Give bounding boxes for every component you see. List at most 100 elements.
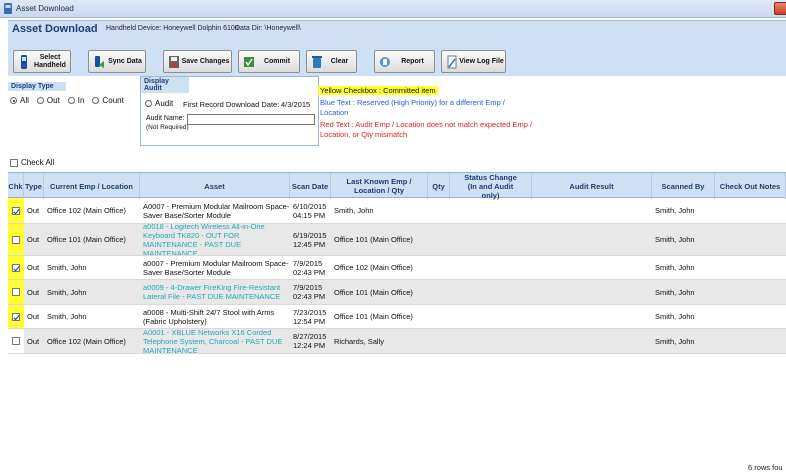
table-row[interactable]: Out Office 102 (Main Office) A0007 - Premi… <box>8 198 786 224</box>
cell-scanned-by: Smith, John <box>655 287 695 297</box>
cell-type: Out <box>27 336 40 346</box>
row-checkbox[interactable] <box>12 288 20 296</box>
cell-audit-result <box>532 256 652 279</box>
row-checkbox[interactable] <box>12 235 20 244</box>
table-row[interactable]: Out Office 101 (Main Office) a0018 - Logit… <box>8 224 786 256</box>
cell-current-emp-location: Smith, John <box>47 312 87 321</box>
grid-header: Chk Type Current Emp / Location Asset Sc… <box>8 172 786 200</box>
radio-count[interactable]: Count <box>92 96 124 105</box>
save-icon <box>169 55 179 68</box>
save-changes-button[interactable]: Save Changes <box>163 50 232 73</box>
cell-status-change <box>450 198 532 223</box>
cell-chk <box>8 224 24 255</box>
cell-qty <box>428 329 450 353</box>
log-file-icon <box>447 55 457 68</box>
view-log-file-button[interactable]: View Log File <box>441 50 506 73</box>
cell-status-change <box>450 329 532 353</box>
cell-check-out-notes <box>715 280 786 304</box>
cell-audit-result <box>532 224 652 255</box>
sync-data-button[interactable]: Sync Data <box>88 50 146 73</box>
audit-name-label: Audit Name: <box>146 115 185 122</box>
table-row[interactable]: Out Smith, John a0009 - 4-Drawer FireKing … <box>8 280 786 305</box>
first-record-label: First Record Download Date: <box>183 100 280 109</box>
clear-button[interactable]: Clear <box>306 50 357 73</box>
radio-all[interactable]: All <box>10 96 29 105</box>
col-asset[interactable]: Asset <box>140 173 290 199</box>
row-checkbox[interactable] <box>12 263 20 272</box>
cell-current-emp-location: Smith, John <box>47 263 87 272</box>
commit-button[interactable]: Commit <box>238 50 300 73</box>
cell-audit-result <box>532 305 652 328</box>
cell-scan-date: 7/23/2015 12:54 PM <box>293 307 327 326</box>
col-current-emp-location[interactable]: Current Emp / Location <box>44 173 140 199</box>
radio-out-indicator <box>36 97 44 104</box>
page-header: Asset Download Handheld Device: Honeywel… <box>8 20 786 48</box>
cell-asset: a0009 - 4-Drawer FireKing Fire-Resistant… <box>143 283 281 301</box>
legend-blue: Blue Text : Reserved (High Priority) for… <box>320 98 505 117</box>
radio-count-indicator <box>92 97 100 104</box>
cell-scan-date: 6/10/2015 04:15 PM <box>293 201 327 220</box>
col-chk[interactable]: Chk <box>8 173 24 199</box>
cell-asset: a0018 - Logitech Wireless All-in-One Key… <box>143 224 265 255</box>
cell-last-known: Smith, John <box>334 206 374 215</box>
rows-found-status: 6 rows fou <box>748 463 783 472</box>
radio-all-indicator <box>10 97 17 104</box>
cell-scan-date: 7/9/2015 02:43 PM <box>293 283 326 301</box>
cell-scanned-by: Smith, John <box>655 263 695 272</box>
check-all-checkbox[interactable]: Check All <box>10 158 54 167</box>
cell-last-known: Richards, Sally <box>334 336 385 346</box>
radio-out[interactable]: Out <box>36 96 60 105</box>
handheld-icon <box>21 54 27 69</box>
audit-name-input[interactable] <box>187 114 315 125</box>
col-scanned-by[interactable]: Scanned By <box>652 173 715 199</box>
audit-name-sub-label: (Not Required) <box>146 124 189 131</box>
cell-status-change <box>450 224 532 255</box>
table-row[interactable]: Out Office 102 (Main Office) A0001 - XBLUE… <box>8 329 786 354</box>
commit-icon <box>244 56 254 67</box>
check-all-box <box>10 158 18 167</box>
radio-in[interactable]: In <box>67 96 84 105</box>
trash-icon <box>312 55 322 68</box>
cell-scanned-by: Smith, John <box>655 235 695 244</box>
col-audit-result[interactable]: Audit Result <box>532 173 652 199</box>
col-qty[interactable]: Qty <box>428 173 450 199</box>
cell-chk <box>8 329 24 353</box>
cell-check-out-notes <box>715 198 786 223</box>
cell-asset: a0008 - Multi-Shift 24/7 Stool with Arms… <box>143 307 275 326</box>
cell-qty <box>428 224 450 255</box>
col-scan-date[interactable]: Scan Date <box>290 173 331 199</box>
row-checkbox[interactable] <box>12 312 20 321</box>
col-status-change[interactable]: Status Change (In and Audit only) <box>450 173 532 200</box>
cell-current-emp-location: Office 101 (Main Office) <box>47 235 126 244</box>
cell-status-change <box>450 305 532 328</box>
cell-check-out-notes <box>715 305 786 328</box>
cell-chk <box>8 256 24 279</box>
row-checkbox[interactable] <box>12 206 20 215</box>
cell-qty <box>428 305 450 328</box>
radio-audit[interactable]: Audit <box>145 99 173 108</box>
cell-chk <box>8 305 24 328</box>
col-type[interactable]: Type <box>24 173 44 199</box>
col-last-known[interactable]: Last Known Emp / Location / Qty <box>331 173 428 199</box>
radio-in-indicator <box>67 97 75 104</box>
row-checkbox[interactable] <box>12 337 20 345</box>
report-button[interactable]: Report <box>374 50 435 73</box>
table-row[interactable]: Out Smith, John a0007 - Premium Modular Ma… <box>8 256 786 280</box>
handheld-device-label: Handheld Device: Honeywell Dolphin 6100 <box>106 25 239 32</box>
cell-check-out-notes <box>715 256 786 279</box>
table-row[interactable]: Out Smith, John a0008 - Multi-Shift 24/7 S… <box>8 305 786 329</box>
data-dir-label: Data Dir: \Honeywell\ <box>235 25 301 32</box>
cell-chk <box>8 198 24 223</box>
display-type-radio-group: All Out In Count <box>10 96 124 105</box>
col-check-out-notes[interactable]: Check Out Notes <box>715 173 786 199</box>
cell-type: Out <box>27 312 40 321</box>
cell-type: Out <box>27 263 40 272</box>
close-button[interactable] <box>774 2 786 15</box>
cell-audit-result <box>532 280 652 304</box>
select-handheld-button[interactable]: Select Handheld <box>13 50 71 73</box>
cell-scanned-by: Smith, John <box>655 312 695 321</box>
cell-audit-result <box>532 329 652 353</box>
cell-qty <box>428 280 450 304</box>
page-title: Asset Download <box>12 23 98 35</box>
cell-current-emp-location: Office 102 (Main Office) <box>47 336 126 346</box>
